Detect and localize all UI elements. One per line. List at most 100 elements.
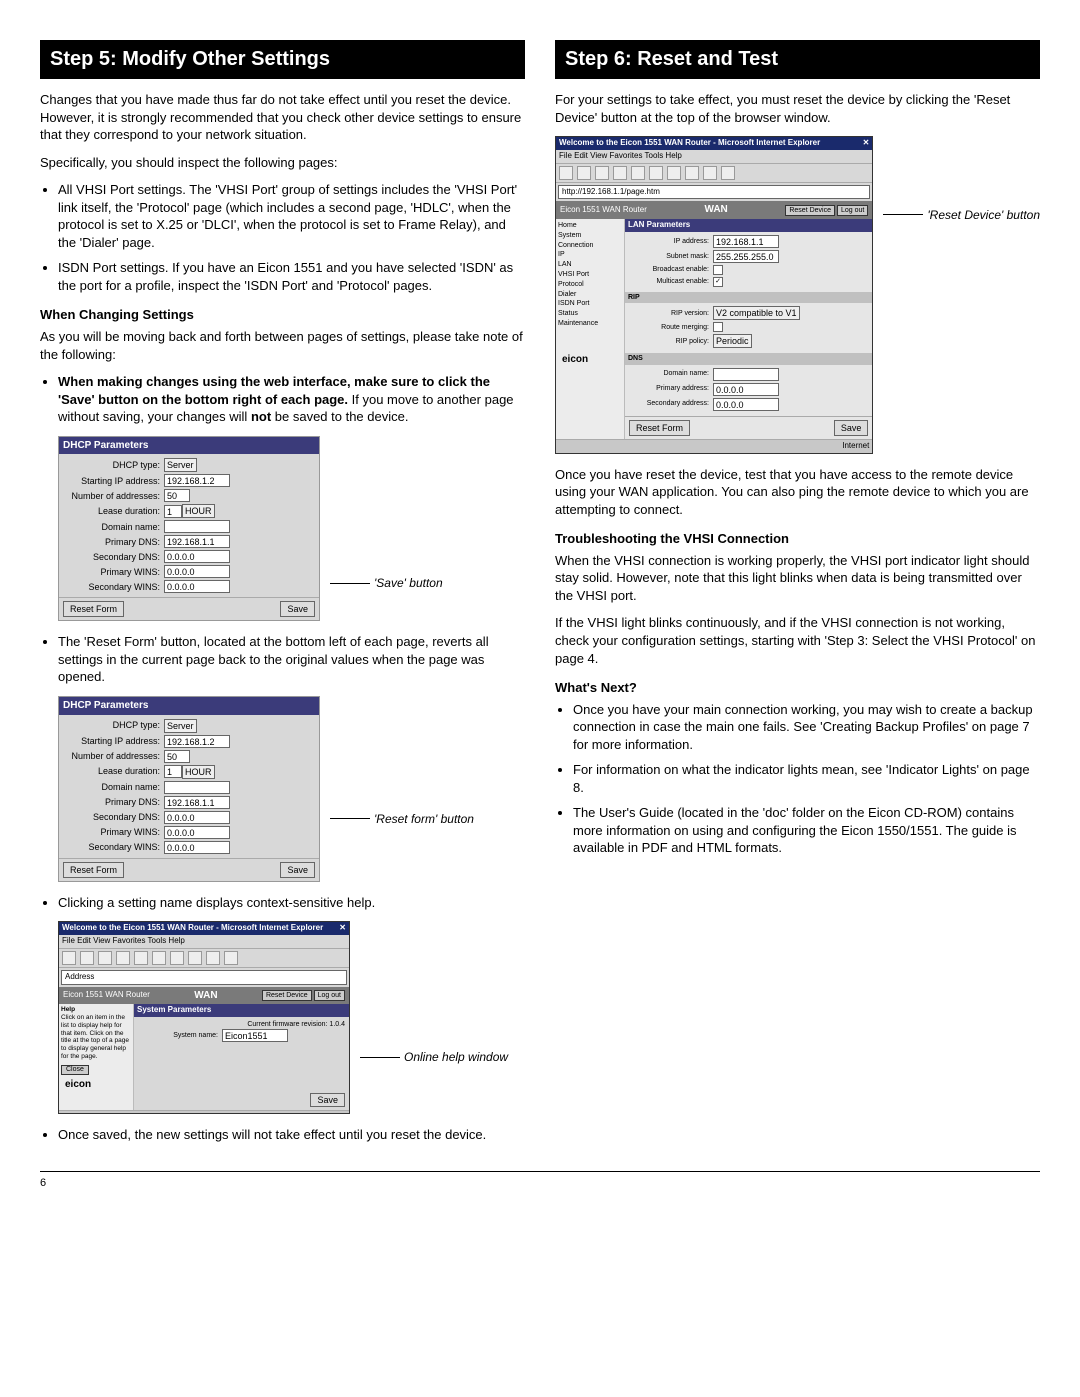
sidebar-item[interactable]: Maintenance (558, 319, 622, 329)
help-close-button[interactable]: Close (61, 1065, 89, 1075)
bcast-checkbox[interactable] (713, 265, 723, 275)
step5-header: Step 5: Modify Other Settings (40, 40, 525, 79)
pwins-input[interactable]: 0.0.0.0 (164, 565, 230, 578)
ie-toolbar[interactable] (556, 164, 872, 183)
rip-version-select[interactable]: V2 compatible to V1 (713, 306, 800, 320)
wan-logo: WAN (194, 989, 217, 1003)
label: Primary DNS: (65, 536, 164, 548)
sidebar-item[interactable]: IP (558, 250, 622, 260)
label: Domain name: (65, 781, 164, 793)
dns-title: DNS (625, 353, 872, 364)
lease-unit-select[interactable]: HOUR (182, 765, 215, 779)
routemerge-checkbox[interactable] (713, 322, 723, 332)
label: RIP version: (629, 309, 713, 318)
inspect-list: All VHSI Port settings. The 'VHSI Port' … (58, 181, 525, 294)
firmware-text: Current firmware revision: 1.0.4 (138, 1020, 345, 1029)
help-body: Click on an item in the list to display … (61, 1014, 131, 1061)
ie-menu[interactable]: File Edit View Favorites Tools Help (59, 935, 349, 949)
domain-input[interactable] (164, 520, 230, 533)
label: Secondary address: (629, 399, 713, 408)
sidebar-item[interactable]: Status (558, 309, 622, 319)
list-item: ISDN Port settings. If you have an Eicon… (58, 259, 525, 294)
lease-unit-select[interactable]: HOUR (182, 504, 215, 518)
reset-device-button[interactable]: Reset Device (262, 990, 312, 1001)
change-intro: As you will be moving back and forth bet… (40, 328, 525, 363)
label: Primary WINS: (65, 566, 164, 578)
reset-device-button[interactable]: Reset Device (785, 205, 835, 216)
label: Number of addresses: (65, 750, 164, 762)
ie-address-bar[interactable]: http://192.168.1.1/page.htm (558, 185, 870, 200)
save-button[interactable]: Save (280, 862, 315, 878)
starting-ip-input[interactable]: 192.168.1.2 (164, 474, 230, 487)
dhcp-type-select[interactable]: Server (164, 719, 197, 733)
ie-titlebar-text: Welcome to the Eicon 1551 WAN Router - M… (559, 138, 820, 149)
pwins-input[interactable]: 0.0.0.0 (164, 826, 230, 839)
sidebar-item[interactable]: LAN (558, 260, 622, 270)
ie-address-bar[interactable]: Address (61, 970, 347, 985)
swins-input[interactable]: 0.0.0.0 (164, 580, 230, 593)
domain-input[interactable] (713, 368, 779, 381)
step6-header: Step 6: Reset and Test (555, 40, 1040, 79)
save-button[interactable]: Save (310, 1093, 345, 1107)
save-button[interactable]: Save (280, 601, 315, 617)
lease-input[interactable]: 1 (164, 765, 182, 778)
swins-input[interactable]: 0.0.0.0 (164, 841, 230, 854)
sidebar-item[interactable]: Home (558, 221, 622, 231)
domain-input[interactable] (164, 781, 230, 794)
sidebar-item[interactable]: ISDN Port (558, 299, 622, 309)
close-icon[interactable]: ✕ (339, 923, 346, 934)
secondary-input[interactable]: 0.0.0.0 (713, 398, 779, 411)
label: Broadcast enable: (629, 265, 713, 274)
status-internet: Internet (842, 441, 869, 452)
label: Domain name: (629, 369, 713, 378)
mcast-checkbox[interactable]: ✓ (713, 277, 723, 287)
subhead-changing: When Changing Settings (40, 306, 525, 324)
sdns-input[interactable]: 0.0.0.0 (164, 550, 230, 563)
subnet-input[interactable]: 255.255.255.0 (713, 250, 779, 263)
pdns-input[interactable]: 192.168.1.1 (164, 535, 230, 548)
ie-toolbar[interactable] (59, 949, 349, 968)
list-item: All VHSI Port settings. The 'VHSI Port' … (58, 181, 525, 251)
label: Route merging: (629, 323, 713, 332)
logout-button[interactable]: Log out (314, 990, 345, 1001)
save-button[interactable]: Save (834, 420, 869, 436)
rip-policy-select[interactable]: Periodic (713, 334, 752, 348)
sysname-input[interactable]: Eicon1551 (222, 1029, 288, 1042)
primary-input[interactable]: 0.0.0.0 (713, 383, 779, 396)
reset-form-button[interactable]: Reset Form (63, 862, 124, 878)
starting-ip-input[interactable]: 192.168.1.2 (164, 735, 230, 748)
ie-menu[interactable]: File Edit View Favorites Tools Help (556, 150, 872, 164)
close-icon[interactable]: ✕ (863, 138, 870, 149)
sdns-input[interactable]: 0.0.0.0 (164, 811, 230, 824)
callout-line (360, 1057, 400, 1058)
sidebar-item[interactable]: VHSI Port (558, 270, 622, 280)
left-column: Step 5: Modify Other Settings Changes th… (40, 40, 525, 1153)
ie-titlebar-text: Welcome to the Eicon 1551 WAN Router - M… (62, 923, 323, 934)
num-addr-input[interactable]: 50 (164, 750, 190, 763)
help-callout: Online help window (404, 1050, 508, 1064)
dhcp-panel-reset: DHCP Parameters DHCP type:Server Startin… (58, 696, 320, 882)
num-addr-input[interactable]: 50 (164, 489, 190, 502)
ip-input[interactable]: 192.168.1.1 (713, 235, 779, 248)
label: Primary DNS: (65, 796, 164, 808)
sidebar-item[interactable]: Dialer (558, 290, 622, 300)
sidebar-item[interactable]: Protocol (558, 280, 622, 290)
label: Number of addresses: (65, 490, 164, 502)
sidebar-item[interactable]: System (558, 231, 622, 241)
label: DHCP type: (65, 459, 164, 471)
reset-form-button[interactable]: Reset Form (629, 420, 690, 436)
ie-sidebar[interactable]: Home System Connection IP LAN VHSI Port … (556, 219, 625, 439)
reset-form-button[interactable]: Reset Form (63, 601, 124, 617)
logout-button[interactable]: Log out (837, 205, 868, 216)
dhcp-type-select[interactable]: Server (164, 458, 197, 472)
list-item-help: Clicking a setting name displays context… (58, 894, 525, 912)
list-item-saved: Once saved, the new settings will not ta… (58, 1126, 525, 1144)
callout-line (330, 818, 370, 819)
trouble-p1: When the VHSI connection is working prop… (555, 552, 1040, 605)
sidebar-item[interactable]: Connection (558, 241, 622, 251)
pdns-input[interactable]: 192.168.1.1 (164, 796, 230, 809)
list-item: Once you have your main connection worki… (573, 701, 1040, 754)
label: Primary WINS: (65, 826, 164, 838)
lease-input[interactable]: 1 (164, 505, 182, 518)
save-not: not (251, 409, 271, 424)
